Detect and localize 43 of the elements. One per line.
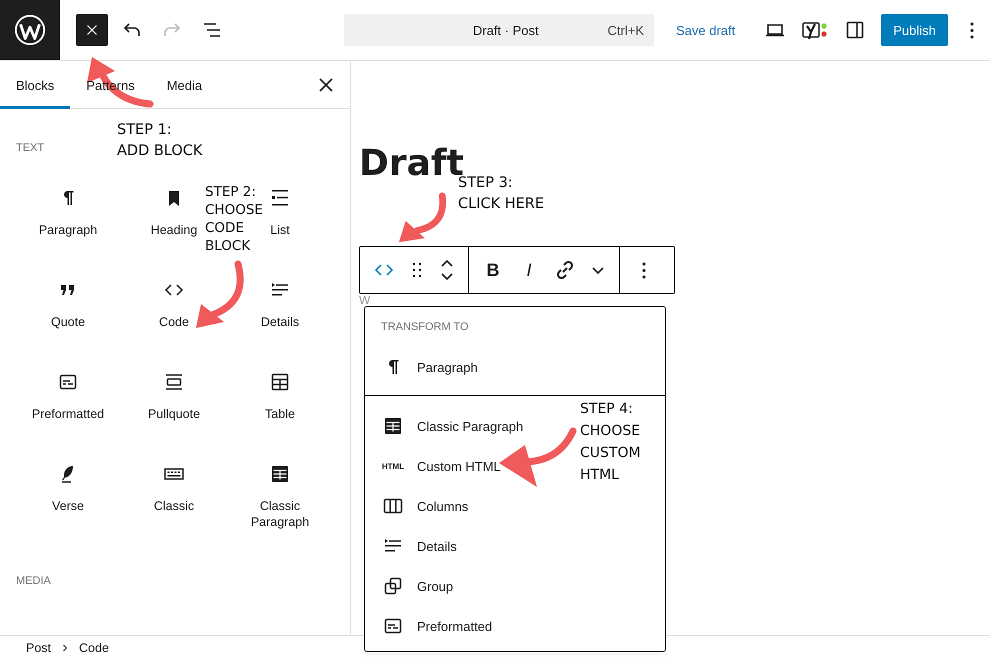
tab[interactable]: Media xyxy=(150,61,218,109)
step-annotation: STEP 3: CLICK HERE xyxy=(458,175,544,214)
kebab-icon xyxy=(970,22,974,38)
menu-item[interactable]: HTML Custom HTML xyxy=(381,446,501,486)
menu-item[interactable]: Classic Paragraph xyxy=(381,406,524,446)
section-heading: MEDIA xyxy=(15,574,51,588)
menu-item[interactable]: Paragraph xyxy=(381,347,478,387)
tab[interactable]: Blocks xyxy=(0,61,70,109)
block-item[interactable]: Classic xyxy=(154,450,194,542)
block-item[interactable]: Code xyxy=(159,266,189,358)
save-draft-button[interactable]: Save draft xyxy=(676,14,736,46)
menu-heading: TRANSFORM TO xyxy=(381,321,469,335)
publish-button[interactable]: Publish xyxy=(881,14,948,46)
close-inserter-button[interactable] xyxy=(76,14,108,46)
block-item[interactable]: Preformatted xyxy=(32,358,104,450)
block-item[interactable]: Paragraph xyxy=(38,174,98,266)
wordpress-logo[interactable] xyxy=(0,0,60,60)
block-item[interactable]: Table xyxy=(265,358,295,450)
block-item[interactable]: Pullquote xyxy=(148,358,200,450)
menu-item[interactable]: Preformatted xyxy=(381,606,492,646)
menu-item[interactable]: Group xyxy=(381,566,454,606)
chevron-down-icon xyxy=(592,266,604,274)
block-item[interactable]: Classic Paragraph xyxy=(240,450,320,542)
breadcrumb-link[interactable]: Code xyxy=(79,641,109,655)
italic-button[interactable]: I xyxy=(511,247,547,293)
step-annotation: STEP 1: ADD BLOCK xyxy=(117,121,202,161)
step-annotation: STEP 4: CHOOSE CUSTOM HTML xyxy=(580,400,641,485)
menu-item[interactable]: Columns xyxy=(381,486,468,526)
block-item[interactable]: List xyxy=(268,174,292,266)
kebab-icon xyxy=(642,262,646,278)
bold-button[interactable]: B xyxy=(475,247,511,293)
block-item[interactable]: Verse xyxy=(52,450,84,542)
html-icon: HTML xyxy=(381,462,405,470)
block-item[interactable]: Heading xyxy=(150,174,198,266)
section-heading: TEXT xyxy=(15,141,44,155)
breadcrumb-link[interactable]: Post xyxy=(26,641,52,655)
shortcut-hint: Ctrl+K xyxy=(608,22,644,38)
block-item[interactable]: Quote xyxy=(50,266,86,358)
menu-item[interactable]: Details xyxy=(381,526,457,566)
command-bar[interactable]: Draft · Post Ctrl+K xyxy=(344,14,654,46)
document-title: Draft · Post xyxy=(472,22,540,38)
block-item[interactable]: Details xyxy=(260,266,300,358)
step-annotation: STEP 2: CHOOSE CODE BLOCK xyxy=(205,183,263,255)
